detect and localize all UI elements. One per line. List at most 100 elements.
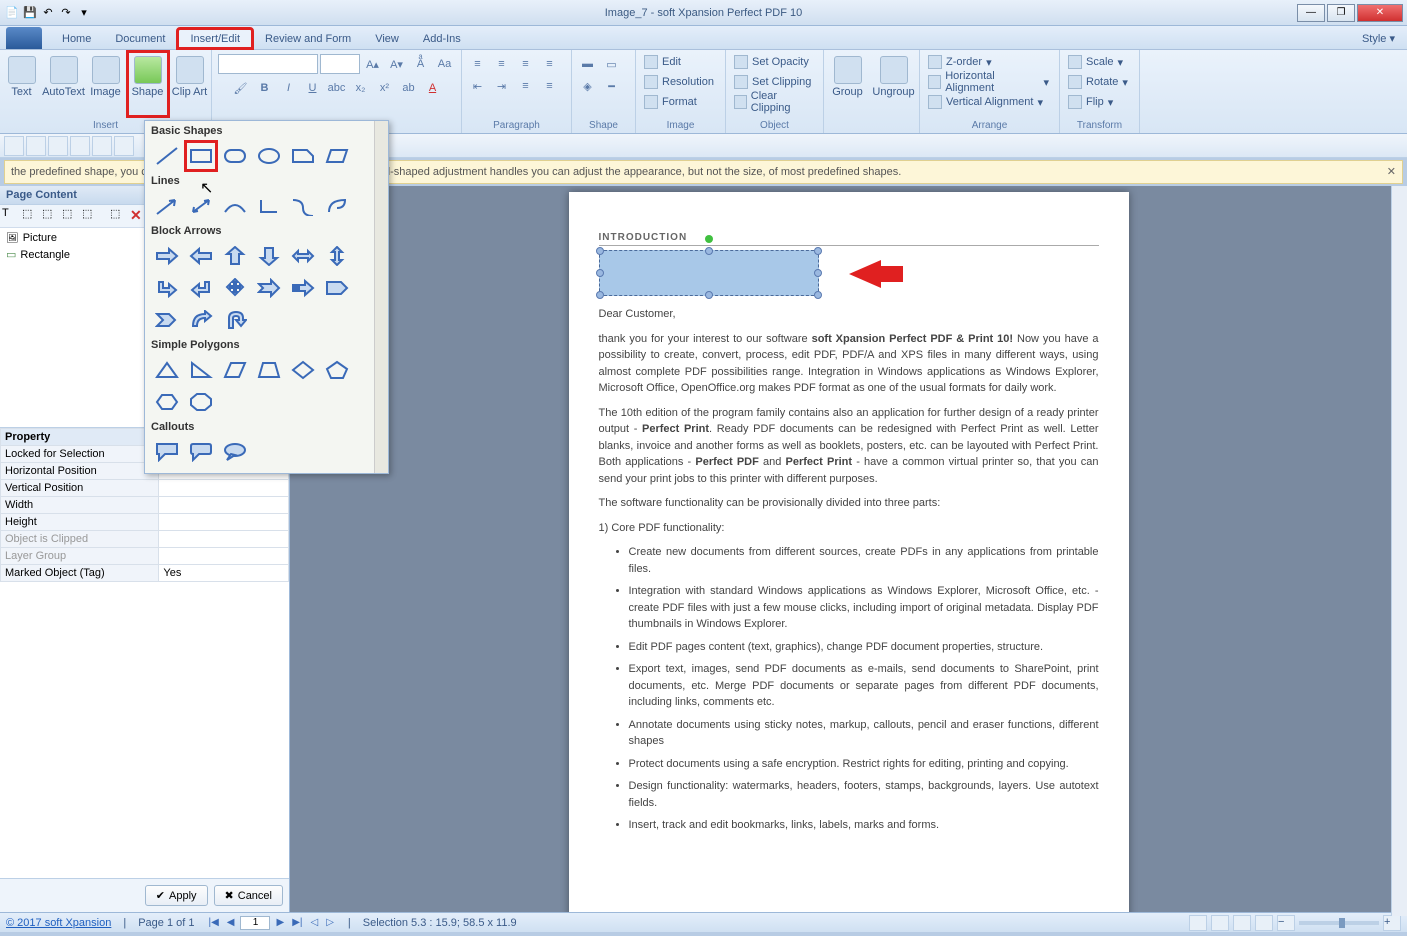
shape-rhombus[interactable] <box>221 357 249 383</box>
shape-arrow-updown[interactable] <box>323 243 351 269</box>
tool-icon[interactable]: ⬚ <box>62 207 80 225</box>
tool-icon[interactable] <box>4 136 24 156</box>
tool-icon[interactable]: ⬚ <box>22 207 40 225</box>
shape-callout-rect[interactable] <box>153 439 181 465</box>
tool-icon[interactable] <box>114 136 134 156</box>
shape-rounded-rect[interactable] <box>221 143 249 169</box>
shape-arrow-left[interactable] <box>187 243 215 269</box>
font-color-icon[interactable]: A <box>422 78 444 98</box>
tab-home[interactable]: Home <box>50 29 103 49</box>
zoom-out-icon[interactable]: − <box>1277 915 1295 931</box>
page-number-input[interactable] <box>240 916 270 930</box>
edit-image-button[interactable]: Edit <box>640 52 685 72</box>
shape-arrow-quad[interactable] <box>221 275 249 301</box>
tool-icon[interactable] <box>70 136 90 156</box>
tool-icon[interactable]: ⬚ <box>42 207 60 225</box>
prop-width-value[interactable] <box>159 497 289 514</box>
rotation-handle[interactable] <box>705 235 713 243</box>
image-button[interactable]: Image <box>86 52 126 116</box>
shape-folded-corner[interactable] <box>289 143 317 169</box>
view-mode-icon[interactable] <box>1255 915 1273 931</box>
shape-line[interactable] <box>153 143 181 169</box>
shrink-font-icon[interactable]: A▾ <box>386 54 408 74</box>
shape-hexagon[interactable] <box>153 389 181 415</box>
superscript-icon[interactable]: x² <box>374 78 396 98</box>
tool-icon[interactable]: ⬚ <box>82 207 100 225</box>
shape-s-curve[interactable] <box>289 193 317 219</box>
shape-weight-icon[interactable]: ━ <box>601 76 623 96</box>
flip-button[interactable]: Flip ▾ <box>1064 92 1117 112</box>
resize-handle[interactable] <box>814 269 822 277</box>
shape-diamond[interactable] <box>289 357 317 383</box>
scale-button[interactable]: Scale ▾ <box>1064 52 1127 72</box>
tab-view[interactable]: View <box>363 29 411 49</box>
view-mode-icon[interactable] <box>1233 915 1251 931</box>
tool-icon[interactable] <box>92 136 112 156</box>
qat-dropdown-icon[interactable]: ▾ <box>76 5 92 21</box>
selected-rectangle-shape[interactable] <box>599 250 819 296</box>
style-dropdown[interactable]: Style ▾ <box>1350 28 1407 49</box>
shape-curve[interactable] <box>221 193 249 219</box>
set-opacity-button[interactable]: Set Opacity <box>730 52 813 72</box>
shape-rectangle[interactable] <box>187 143 215 169</box>
hint-close-icon[interactable]: ✕ <box>1387 165 1396 178</box>
shape-outline-icon[interactable]: ▭ <box>601 54 623 74</box>
text-button[interactable]: Text <box>2 52 42 116</box>
clear-clipping-button[interactable]: Clear Clipping <box>730 92 817 112</box>
highlight-icon[interactable]: ab <box>398 78 420 98</box>
underline-icon[interactable]: U <box>302 78 324 98</box>
shape-button[interactable]: Shape <box>128 52 168 116</box>
font-family-combo[interactable] <box>218 54 318 74</box>
gallery-scrollbar[interactable] <box>374 121 388 473</box>
clipart-button[interactable]: Clip Art <box>170 52 210 116</box>
set-clipping-button[interactable]: Set Clipping <box>730 72 815 92</box>
subscript-icon[interactable]: x₂ <box>350 78 372 98</box>
shape-arrow-bent2[interactable] <box>187 275 215 301</box>
shape-elbow[interactable] <box>255 193 283 219</box>
shape-arrow-line[interactable] <box>153 193 181 219</box>
nav-back-icon[interactable]: ◁ <box>308 917 320 928</box>
align-center-icon[interactable]: ≡ <box>491 54 513 74</box>
cancel-button[interactable]: ✖ Cancel <box>214 885 283 906</box>
tool-text-icon[interactable]: T <box>2 207 20 225</box>
shape-arrow-up[interactable] <box>221 243 249 269</box>
copyright-link[interactable]: © 2017 soft Xpansion <box>6 917 111 929</box>
zoom-slider[interactable] <box>1299 921 1379 925</box>
resize-handle[interactable] <box>814 291 822 299</box>
font-size-combo[interactable] <box>320 54 360 74</box>
shape-pentagon[interactable] <box>323 357 351 383</box>
char-spacing-icon[interactable]: Aͣ <box>410 54 432 74</box>
prev-page-icon[interactable]: ◀ <box>225 917 237 928</box>
resize-handle[interactable] <box>705 291 713 299</box>
indent-right-icon[interactable]: ⇥ <box>491 76 513 96</box>
save-icon[interactable]: 💾 <box>22 5 38 21</box>
close-button[interactable]: ✕ <box>1357 4 1403 22</box>
rotate-button[interactable]: Rotate ▾ <box>1064 72 1132 92</box>
bold-icon[interactable]: B <box>254 78 276 98</box>
resize-handle[interactable] <box>596 269 604 277</box>
shape-arrow-down[interactable] <box>255 243 283 269</box>
shape-loop[interactable] <box>323 193 351 219</box>
prop-marked-value[interactable]: Yes <box>159 565 289 582</box>
format-image-button[interactable]: Format <box>640 92 701 112</box>
valign-button[interactable]: Vertical Alignment ▾ <box>924 92 1047 112</box>
view-mode-icon[interactable] <box>1189 915 1207 931</box>
resize-handle[interactable] <box>596 247 604 255</box>
tool-icon[interactable] <box>48 136 68 156</box>
tab-insert-edit[interactable]: Insert/Edit <box>177 28 253 49</box>
shape-arrow-bent[interactable] <box>153 275 181 301</box>
align-right-icon[interactable]: ≡ <box>515 54 537 74</box>
shape-trapezoid[interactable] <box>255 357 283 383</box>
justify-icon[interactable]: ≡ <box>539 54 561 74</box>
resize-handle[interactable] <box>596 291 604 299</box>
shape-arrow-curved-right[interactable] <box>187 307 215 333</box>
prop-height-value[interactable] <box>159 514 289 531</box>
resize-handle[interactable] <box>705 247 713 255</box>
tab-document[interactable]: Document <box>103 29 177 49</box>
shape-callout-round[interactable] <box>187 439 215 465</box>
line-spacing-icon[interactable]: ≡ <box>515 76 537 96</box>
shape-fill-icon[interactable]: ▬ <box>577 54 599 74</box>
tab-review[interactable]: Review and Form <box>253 29 363 49</box>
italic-icon[interactable]: I <box>278 78 300 98</box>
tab-addins[interactable]: Add-Ins <box>411 29 473 49</box>
